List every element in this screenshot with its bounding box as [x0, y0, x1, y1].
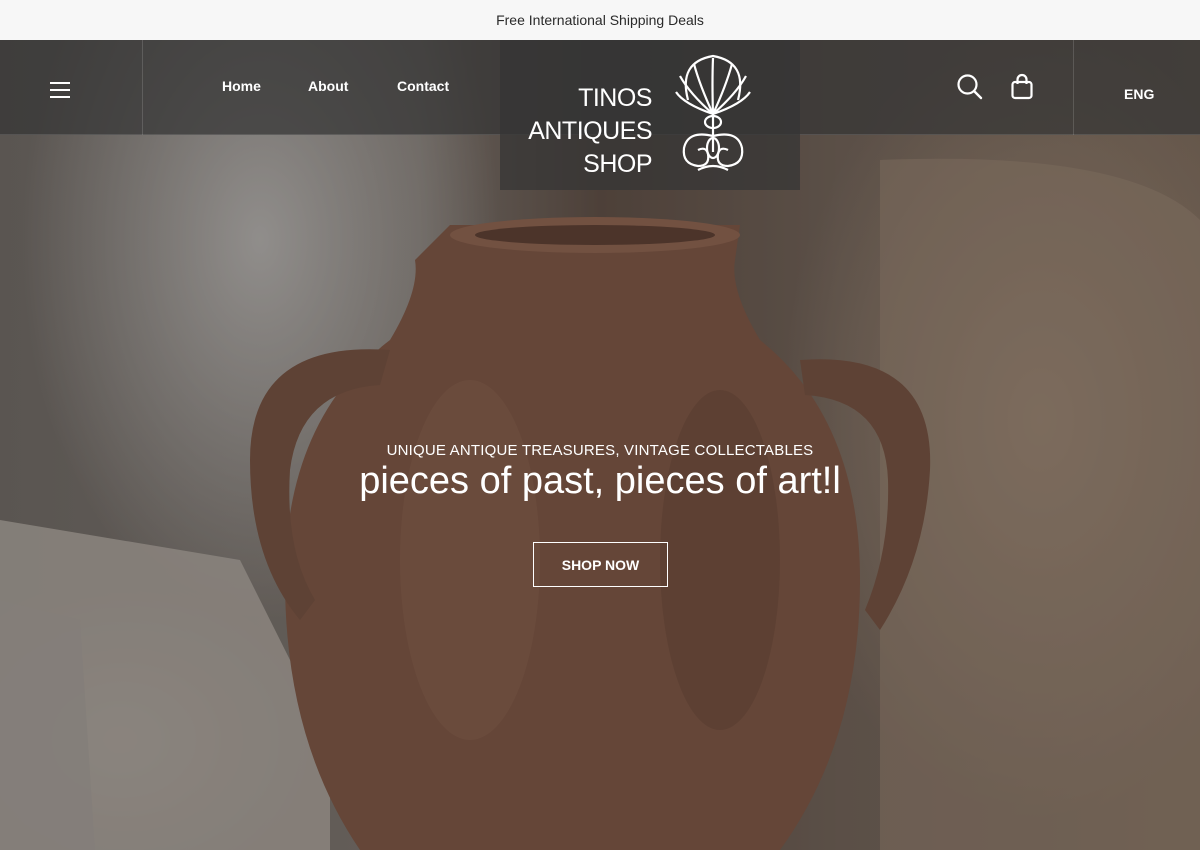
menu-cell	[0, 40, 143, 135]
nav-link-home[interactable]: Home	[222, 78, 261, 94]
announcement-text: Free International Shipping Deals	[496, 12, 704, 28]
logo-wordmark: TINOS ANTIQUES SHOP	[528, 84, 652, 178]
nav-link-about[interactable]: About	[308, 78, 348, 94]
language-selector[interactable]: ENG	[1124, 86, 1154, 102]
logo[interactable]: TINOS ANTIQUES SHOP	[500, 40, 800, 190]
nav-link-contact[interactable]: Contact	[397, 78, 449, 94]
shopping-bag-icon[interactable]	[1010, 73, 1034, 106]
hero-headline: pieces of past, pieces of art!l	[359, 460, 841, 502]
hamburger-menu-icon[interactable]	[50, 82, 70, 98]
palmette-emblem-icon	[675, 54, 751, 171]
announcement-bar: Free International Shipping Deals	[0, 0, 1200, 40]
shop-now-button[interactable]: SHOP NOW	[533, 542, 668, 587]
language-cell: ENG	[1073, 40, 1200, 135]
search-icon[interactable]	[956, 73, 984, 106]
hero-kicker: UNIQUE ANTIQUE TREASURES, VINTAGE COLLEC…	[386, 442, 814, 459]
